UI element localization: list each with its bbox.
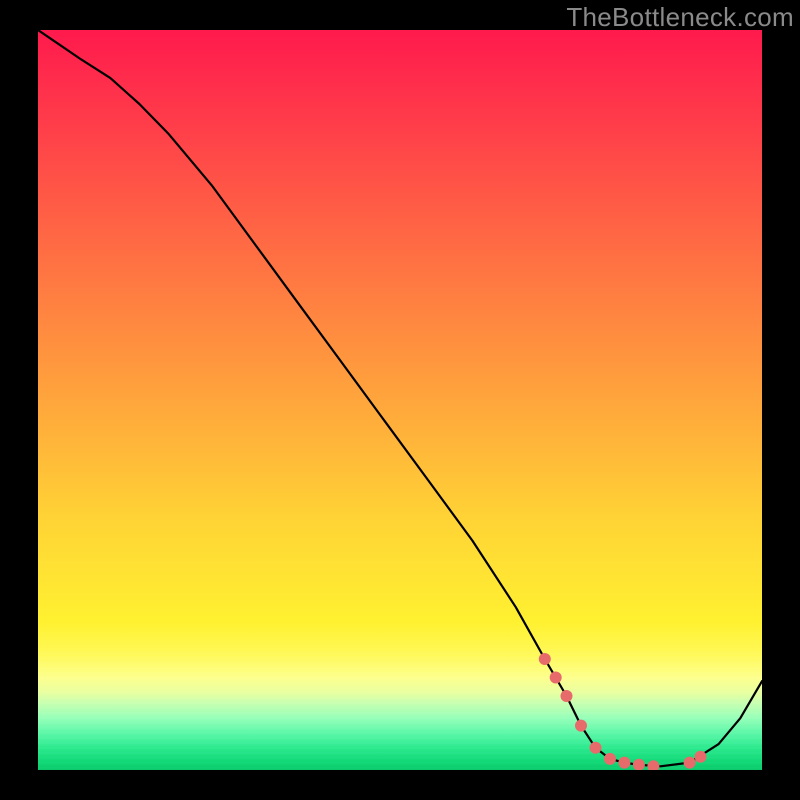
marker-dot (647, 760, 659, 770)
bottleneck-curve (38, 30, 762, 766)
marker-dot (550, 672, 562, 684)
marker-dot (575, 720, 587, 732)
chart-svg (38, 30, 762, 770)
marker-dot (561, 690, 573, 702)
marker-group (539, 653, 707, 770)
app-frame: TheBottleneck.com (0, 0, 800, 800)
plot-area (38, 30, 762, 770)
watermark-text: TheBottleneck.com (566, 2, 794, 33)
marker-dot (539, 653, 551, 665)
marker-dot (590, 742, 602, 754)
marker-dot (618, 757, 630, 769)
marker-dot (604, 753, 616, 765)
marker-dot (633, 759, 645, 770)
marker-dot (695, 751, 707, 763)
marker-dot (684, 757, 696, 769)
